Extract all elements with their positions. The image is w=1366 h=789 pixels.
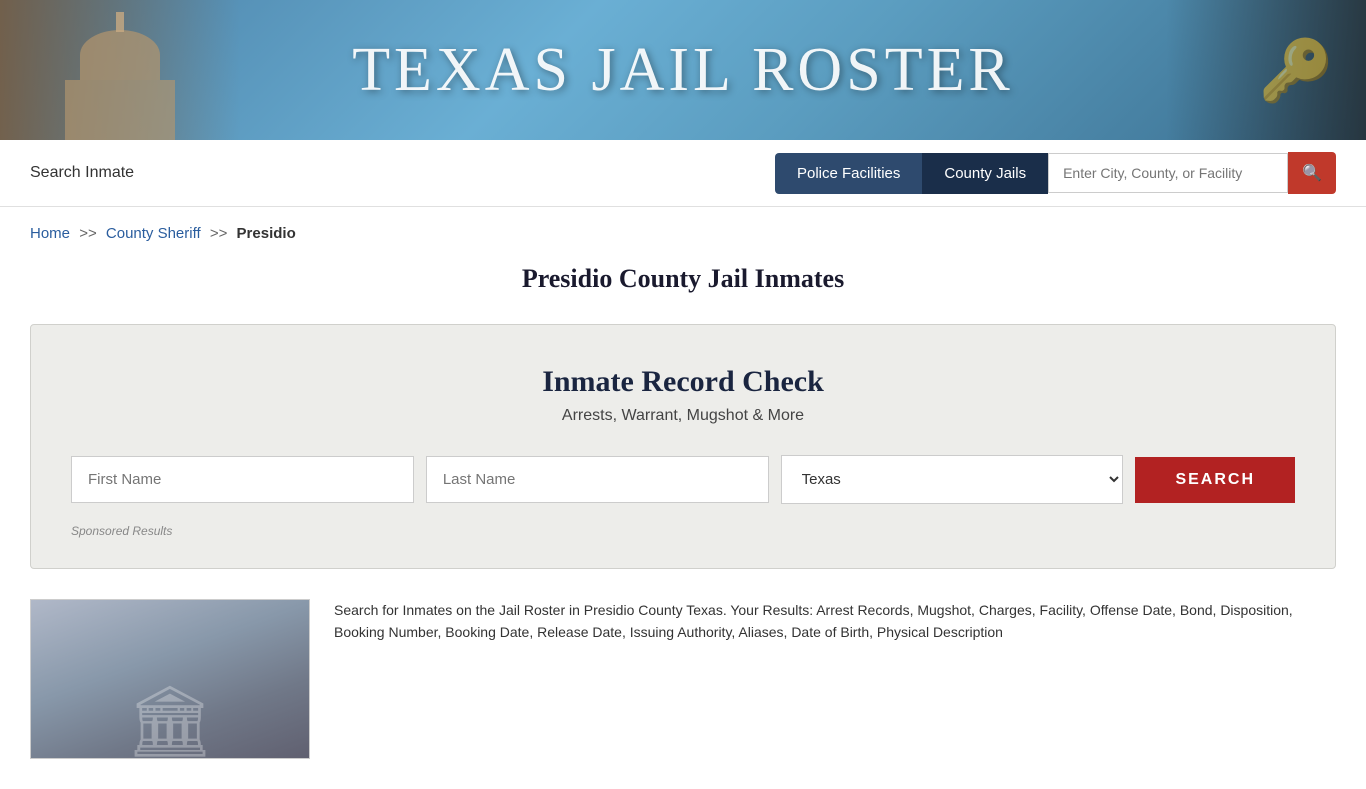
site-title: Texas Jail Roster [352,35,1014,106]
breadcrumb-sep-1: >> [79,225,97,242]
breadcrumb-home[interactable]: Home [30,225,70,242]
bottom-description: Search for Inmates on the Jail Roster in… [334,599,1336,644]
page-title: Presidio County Jail Inmates [0,252,1366,324]
police-facilities-button[interactable]: Police Facilities [775,153,922,194]
header-banner: Texas Jail Roster 🔑 [0,0,1366,140]
keys-icon: 🔑 [1259,35,1334,106]
search-form-row: AlabamaAlaskaArizonaArkansasCaliforniaCo… [71,455,1295,504]
facility-search-input[interactable] [1048,153,1288,193]
nav-buttons: Police Facilities County Jails 🔍 [775,152,1336,194]
facility-search-button[interactable]: 🔍 [1288,152,1336,194]
breadcrumb: Home >> County Sheriff >> Presidio [0,207,1366,252]
search-card-title: Inmate Record Check [71,365,1295,399]
sponsored-label: Sponsored Results [71,524,1295,538]
county-jails-button[interactable]: County Jails [922,153,1048,194]
search-button[interactable]: SEARCH [1135,457,1295,503]
nav-search-label: Search Inmate [30,164,775,182]
capitol-shape [40,10,200,140]
search-card: Inmate Record Check Arrests, Warrant, Mu… [30,324,1336,569]
county-image: 🏛 [30,599,310,759]
nav-bar: Search Inmate Police Facilities County J… [0,140,1366,207]
breadcrumb-sep-2: >> [210,225,228,242]
building-icon: 🏛 [126,681,215,759]
banner-left-decoration [0,0,240,140]
banner-right-decoration: 🔑 [1166,0,1366,140]
breadcrumb-county-sheriff[interactable]: County Sheriff [106,225,201,242]
keys-shape: 🔑 [1246,10,1346,130]
capitol-body [65,80,175,140]
state-select[interactable]: AlabamaAlaskaArizonaArkansasCaliforniaCo… [781,455,1124,504]
bottom-section: 🏛 Search for Inmates on the Jail Roster … [0,599,1366,789]
last-name-input[interactable] [426,456,769,503]
capitol-dome [80,30,160,80]
first-name-input[interactable] [71,456,414,503]
search-icon: 🔍 [1302,163,1322,183]
search-card-subtitle: Arrests, Warrant, Mugshot & More [71,407,1295,425]
breadcrumb-current: Presidio [237,225,296,242]
